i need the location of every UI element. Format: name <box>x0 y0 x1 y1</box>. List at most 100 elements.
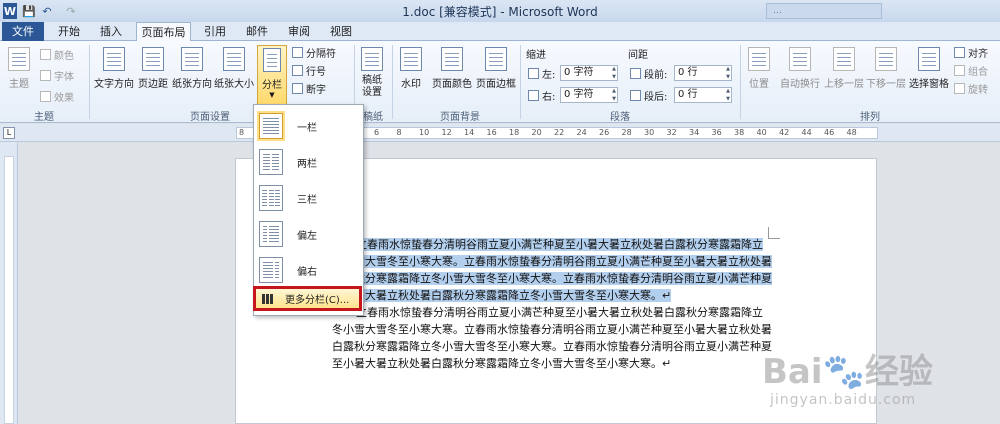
effects-icon <box>40 91 51 102</box>
group-label-paragraph: 段落 <box>610 112 630 123</box>
baidu-jingyan-watermark: Bai🐾经验 jingyan.baidu.com <box>762 344 994 422</box>
columns-option-right[interactable]: 偏右 <box>259 254 359 286</box>
group-separator <box>89 45 90 119</box>
text-direction-button[interactable]: 文字方向 <box>92 45 136 105</box>
margins-icon <box>142 47 164 71</box>
tab-insert[interactable]: 插入 <box>94 22 128 41</box>
title-bar: W 💾 ↶ ↷ 1.doc [兼容模式] - Microsoft Word … <box>0 0 1000 22</box>
vertical-ruler-scale <box>4 156 14 424</box>
ruler-number: 32 <box>666 128 677 137</box>
spacing-after-input[interactable]: 0 行 <box>674 87 732 103</box>
columns-option-left[interactable]: 偏左 <box>259 218 359 250</box>
draft-paper-button[interactable]: 稿纸 设置 <box>358 45 386 105</box>
ruler-number: 44 <box>801 128 812 137</box>
tab-references[interactable]: 引用 <box>198 22 232 41</box>
selection-pane-button[interactable]: 选择窗格 <box>906 45 952 105</box>
page-color-icon <box>441 47 463 71</box>
ruler-number: 16 <box>486 128 497 137</box>
bring-forward-button[interactable]: 上移一层 <box>822 45 866 105</box>
ruler-number: 28 <box>621 128 632 137</box>
rotate-icon <box>954 83 965 94</box>
vertical-ruler[interactable] <box>0 142 18 424</box>
page-borders-button[interactable]: 页面边框 <box>474 45 518 105</box>
group-separator <box>520 45 521 119</box>
group-icon <box>954 65 965 76</box>
send-backward-button[interactable]: 下移一层 <box>864 45 908 105</box>
orientation-button[interactable]: 纸张方向 <box>171 45 213 105</box>
ruler-number: 12 <box>441 128 452 137</box>
wrap-text-button[interactable]: 自动换行 <box>778 45 822 105</box>
columns-option-three[interactable]: 三栏 <box>259 182 359 214</box>
hyphenation-icon <box>292 83 303 94</box>
indent-left-input[interactable]: 0 字符 <box>560 65 618 81</box>
indent-heading: 缩进 <box>526 50 546 61</box>
horizontal-ruler[interactable]: L 86422468101214161820222426283032343638… <box>0 124 1000 142</box>
rotate-button[interactable]: 旋转 <box>954 81 988 96</box>
margins-button[interactable]: 页边距 <box>136 45 170 105</box>
text-direction-icon <box>103 47 125 71</box>
spacing-before-input[interactable]: 0 行 <box>674 65 732 81</box>
group-label-theme: 主题 <box>34 112 54 123</box>
ribbon-tabs: 文件 开始 插入 页面布局 引用 邮件 审阅 视图 <box>0 22 1000 42</box>
hyphenation-button[interactable]: 断字 <box>292 81 326 96</box>
fonts-icon <box>40 70 51 81</box>
tab-mailings[interactable]: 邮件 <box>240 22 274 41</box>
wrap-text-icon <box>789 47 811 71</box>
group-label-arrange: 排列 <box>860 112 880 123</box>
columns-option-two[interactable]: 两栏 <box>259 146 359 178</box>
themes-icon <box>8 47 30 71</box>
page-color-button[interactable]: 页面颜色 <box>430 45 474 105</box>
indent-right-input[interactable]: 0 字符 <box>560 87 618 103</box>
indent-right-icon <box>528 89 539 101</box>
orientation-icon <box>181 47 203 71</box>
ruler-number: 8 <box>396 128 402 137</box>
align-button[interactable]: 对齐 <box>954 45 988 60</box>
tab-selector[interactable]: L <box>3 127 15 139</box>
theme-fonts-button[interactable]: 字体 <box>40 68 74 83</box>
text-line: 冬小雪大雪冬至小寒大寒。立春雨水惊蛰春分清明谷雨立夏小满芒种夏至小暑大暑立秋处暑 <box>332 255 772 268</box>
line-numbers-button[interactable]: 行号 <box>292 63 326 78</box>
ruler-number: 36 <box>711 128 722 137</box>
bring-forward-icon <box>833 47 855 71</box>
tab-file[interactable]: 文件 <box>2 22 44 41</box>
spacing-before-icon <box>630 67 641 79</box>
draft-paper-icon <box>361 47 383 71</box>
tab-review[interactable]: 审阅 <box>282 22 316 41</box>
group-button[interactable]: 组合 <box>954 63 988 78</box>
group-label-page-setup: 页面设置 <box>190 112 230 123</box>
indent-right-field: 右: 0 字符 <box>528 87 618 103</box>
breaks-button[interactable]: 分隔符 <box>292 45 336 60</box>
theme-effects-button[interactable]: 效果 <box>40 89 74 104</box>
group-separator <box>740 45 741 119</box>
watermark-icon <box>400 47 422 71</box>
ruler-number: 10 <box>419 128 430 137</box>
tab-home[interactable]: 开始 <box>52 22 86 41</box>
document-body[interactable]: 立春雨水惊蛰春分清明谷雨立夏小满芒种夏至小暑大暑立秋处暑白露秋分寒露霜降立 冬小… <box>332 236 780 372</box>
size-button[interactable]: 纸张大小 <box>213 45 255 105</box>
ruler-number: 18 <box>509 128 520 137</box>
ruler-number: 34 <box>689 128 700 137</box>
tab-view[interactable]: 视图 <box>324 22 358 41</box>
chevron-down-icon: ▼ <box>269 91 275 99</box>
position-button[interactable]: 位置 <box>744 45 774 105</box>
tab-page-layout[interactable]: 页面布局 <box>136 22 191 42</box>
ruler-number: 30 <box>644 128 655 137</box>
more-columns-menu-item[interactable]: 更多分栏(C)... <box>253 286 362 311</box>
ruler-number: 6 <box>374 128 380 137</box>
columns-button[interactable]: 分栏 ▼ <box>257 45 287 109</box>
watermark-button[interactable]: 水印 <box>396 45 426 105</box>
indent-left-icon <box>528 67 539 79</box>
text-line: 立春雨水惊蛰春分清明谷雨立夏小满芒种夏至小暑大暑立秋处暑白露秋分寒露霜降立 <box>356 306 763 319</box>
themes-button[interactable]: 主题 <box>4 45 34 105</box>
ruler-number: 24 <box>576 128 587 137</box>
position-icon <box>748 47 770 71</box>
columns-icon <box>263 48 281 72</box>
background-window-tab[interactable]: … <box>766 3 882 19</box>
columns-option-one[interactable]: 一栏 <box>259 110 359 142</box>
ruler-number: 14 <box>464 128 475 137</box>
ribbon: 主题 颜色 字体 效果 主题 文字方向 页边距 纸张方向 纸张大小 分栏 ▼ 分… <box>0 41 1000 123</box>
ruler-number: 26 <box>599 128 610 137</box>
right-column-icon <box>259 257 283 283</box>
theme-colors-button[interactable]: 颜色 <box>40 47 74 62</box>
text-line: 冬小雪大雪冬至小寒大寒。立春雨水惊蛰春分清明谷雨立夏小满芒种夏至小暑大暑立秋处暑 <box>332 323 772 336</box>
